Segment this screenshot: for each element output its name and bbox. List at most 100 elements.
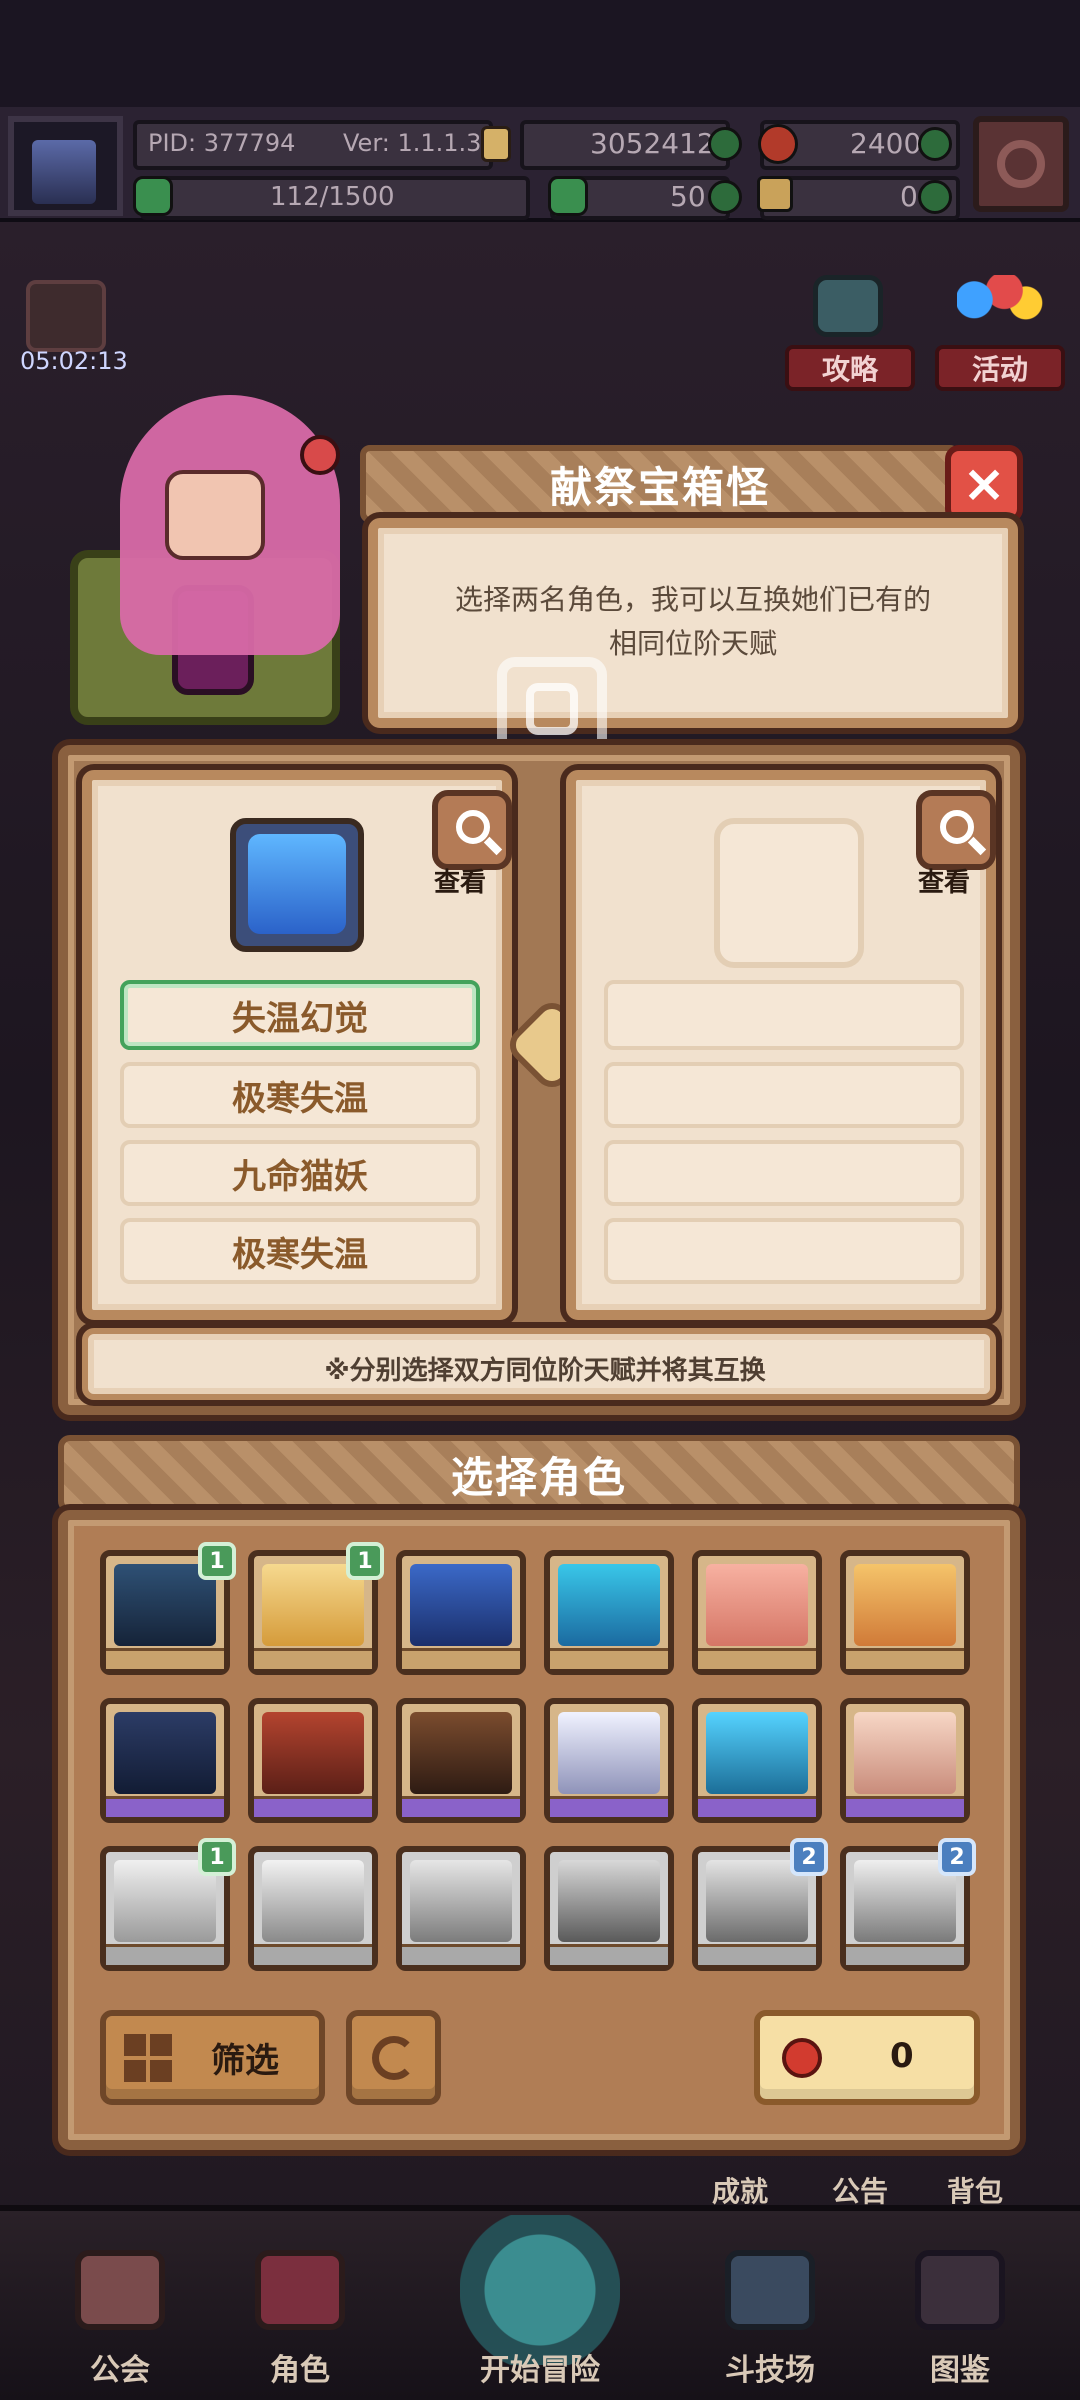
filter-label: 筛选 (211, 2041, 279, 2081)
add-gem-icon[interactable] (918, 127, 952, 161)
character-card-r3c3[interactable] (396, 1846, 526, 1971)
character-card-r3c2[interactable] (248, 1846, 378, 1971)
close-button[interactable]: × (945, 445, 1023, 523)
nav-adventure[interactable]: 开始冒险 (405, 2215, 675, 2400)
character-card-r2c5[interactable] (692, 1698, 822, 1823)
character-card-r1c5[interactable] (692, 1550, 822, 1675)
character-card-base (550, 1648, 668, 1669)
character-card-base (106, 1648, 224, 1669)
left-character-face (248, 834, 346, 934)
character-card-base (402, 1796, 520, 1817)
talent-slot-4-label: 极寒失温 (232, 1234, 368, 1275)
character-card-r2c1[interactable] (100, 1698, 230, 1823)
character-card-base (254, 1796, 372, 1817)
character-card-base (846, 1944, 964, 1965)
dialog-description: 选择两名角色，我可以互换她们已有的相同位阶天赋 (454, 583, 931, 660)
character-card-r1c4[interactable] (544, 1550, 674, 1675)
nav-guild[interactable]: 公会 (20, 2240, 220, 2400)
red-gem-amount: 2400 (850, 127, 922, 160)
character-face (165, 470, 265, 560)
player-avatar[interactable] (8, 116, 123, 216)
left-character-panel: 查看 失温幻觉 极寒失温 九命猫妖 极寒失温 (82, 770, 512, 1320)
right-view-button[interactable] (916, 790, 996, 870)
character-card-base (698, 1796, 816, 1817)
talent-slot-3-label: 九命猫妖 (232, 1156, 368, 1197)
refresh-button[interactable] (346, 2010, 441, 2105)
chest-mimic-illustration (0, 375, 360, 745)
character-card-r1c6[interactable] (840, 1550, 970, 1675)
hint-text: ※分别选择双方同位阶天赋并将其互换 (324, 1356, 766, 1386)
gold-coin-icon (481, 126, 511, 162)
talent-slot-3[interactable]: 九命猫妖 (120, 1140, 480, 1206)
nav-arena[interactable]: 斗技场 (670, 2240, 870, 2400)
badge-r1c1: 1 (198, 1542, 236, 1580)
character-card-base (402, 1648, 520, 1669)
nav-character-label: 角色 (270, 2353, 330, 2388)
character-face (410, 1564, 512, 1646)
character-card-r3c4[interactable] (544, 1846, 674, 1971)
magnifier-handle-icon (483, 836, 503, 856)
guide-button[interactable]: 攻略 (785, 275, 915, 391)
character-face (854, 1564, 956, 1646)
right-talent-slot-1[interactable] (604, 980, 964, 1050)
badge-r3c5: 2 (790, 1838, 828, 1876)
character-card-r2c4[interactable] (544, 1698, 674, 1823)
badge-r3c1: 1 (198, 1838, 236, 1876)
nav-guild-label: 公会 (90, 2353, 150, 2388)
nav-bag-label: 背包 (946, 2175, 1003, 2208)
character-grid: 1 1 1 2 2 (100, 1542, 980, 1990)
character-card-r2c2[interactable] (248, 1698, 378, 1823)
focus-icon-inner (526, 683, 578, 735)
avatar-face (32, 140, 96, 204)
character-face (558, 1712, 660, 1794)
character-card-base (846, 1648, 964, 1669)
right-character-placeholder[interactable] (714, 818, 864, 968)
right-talent-slot-3[interactable] (604, 1140, 964, 1206)
nav-codex-label: 图鉴 (930, 2353, 990, 2388)
right-talent-slot-2[interactable] (604, 1062, 964, 1128)
nav-character[interactable]: 角色 (200, 2240, 400, 2400)
talent-slot-2-label: 极寒失温 (232, 1078, 368, 1119)
character-card-r2c6[interactable] (840, 1698, 970, 1823)
magnifier-big-icon (460, 2215, 620, 2365)
red-gem-icon (758, 124, 798, 164)
character-face (706, 1712, 808, 1794)
dialog-description-box: 选择两名角色，我可以互换她们已有的相同位阶天赋 (368, 518, 1018, 728)
nav-adventure-label: 开始冒险 (480, 2353, 600, 2388)
character-face (558, 1860, 660, 1942)
right-character-panel: 查看 (566, 770, 996, 1320)
grid-icon (124, 2034, 176, 2086)
right-talent-slot-4[interactable] (604, 1218, 964, 1284)
settings-button[interactable] (973, 116, 1069, 212)
cost-button[interactable]: 0 (754, 2010, 980, 2105)
add-gold-icon[interactable] (708, 127, 742, 161)
character-card-base (254, 1944, 372, 1965)
book-icon (915, 2250, 1005, 2330)
talent-slot-2[interactable]: 极寒失温 (120, 1062, 480, 1128)
character-card-base (698, 1648, 816, 1669)
gift-icon[interactable] (26, 280, 106, 352)
select-character-ribbon: 选择角色 (58, 1435, 1020, 1513)
version-label: Ver: 1.1.1.3 (343, 129, 482, 157)
talent-slot-1[interactable]: 失温幻觉 (120, 980, 480, 1050)
talent-slot-4[interactable]: 极寒失温 (120, 1218, 480, 1284)
activity-button[interactable]: 活动 (935, 275, 1065, 391)
left-character-card[interactable] (230, 818, 364, 952)
character-card-r1c3[interactable] (396, 1550, 526, 1675)
guild-icon (75, 2250, 165, 2330)
red-gem-icon (782, 2038, 822, 2078)
left-view-label: 查看 (434, 868, 487, 898)
badge-r3c6: 2 (938, 1838, 976, 1876)
character-card-base (698, 1944, 816, 1965)
pid-label: PID: 377794 (148, 129, 296, 157)
magnifier-icon (456, 810, 490, 844)
filter-button[interactable]: 筛选 (100, 2010, 325, 2105)
add-bag-icon[interactable] (918, 180, 952, 214)
nav-codex[interactable]: 图鉴 (860, 2240, 1060, 2400)
left-view-button[interactable] (432, 790, 512, 870)
character-face (854, 1712, 956, 1794)
guide-label: 攻略 (821, 353, 878, 386)
character-card-r2c3[interactable] (396, 1698, 526, 1823)
character-icon (255, 2250, 345, 2330)
add-clover-icon[interactable] (708, 180, 742, 214)
